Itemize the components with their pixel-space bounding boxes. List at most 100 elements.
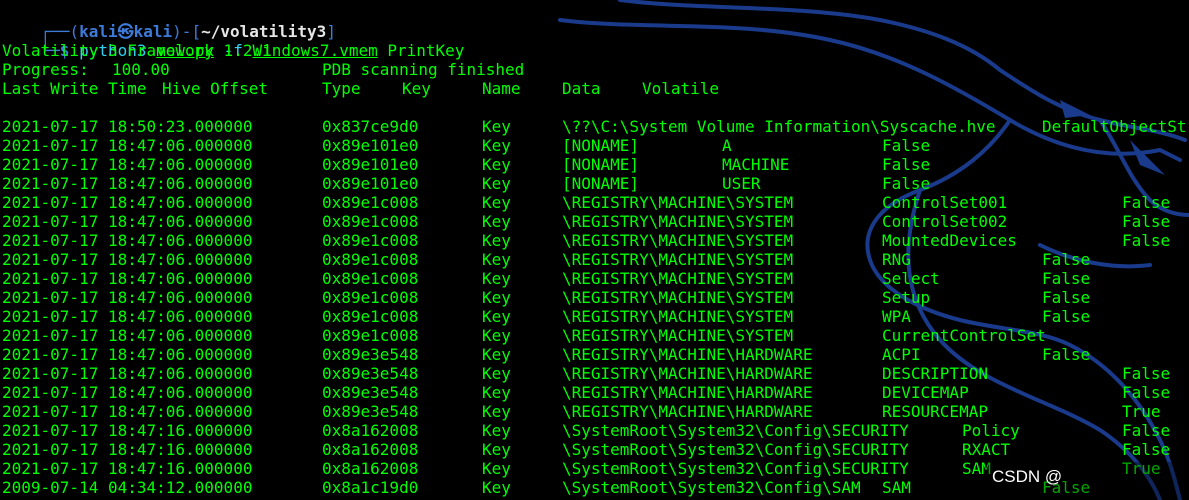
row-name: DEVICEMAP	[882, 383, 969, 402]
row-hive-offset: 0x89e1c008	[322, 231, 419, 250]
row-type: Key	[482, 345, 511, 364]
row-key: [NONAME]	[562, 174, 640, 193]
row-type: Key	[482, 231, 511, 250]
row-last-write-time: 2021-07-17 18:47:06.000000	[2, 155, 253, 174]
row-name: Setup	[882, 288, 931, 307]
row-key: \REGISTRY\MACHINE\HARDWARE	[562, 364, 813, 383]
header-name: Name	[482, 79, 521, 98]
progress-line: Progress: 100.00 PDB scanning finished	[2, 60, 1182, 79]
row-name: CurrentControlSet	[882, 326, 1046, 345]
row-type: Key	[482, 364, 511, 383]
row-hive-offset: 0x8a162008	[322, 421, 419, 440]
row-key: \REGISTRY\MACHINE\SYSTEM	[562, 269, 794, 288]
row-volatile: False	[882, 155, 931, 174]
row-key: \REGISTRY\MACHINE\SYSTEM	[562, 231, 794, 250]
row-hive-offset: 0x89e1c008	[322, 212, 419, 231]
row-key: [NONAME]	[562, 155, 640, 174]
row-last-write-time: 2021-07-17 18:47:16.000000	[2, 459, 253, 478]
framework-version: Volatility 3 Framework 1.2.1	[2, 41, 272, 60]
row-type: Key	[482, 117, 511, 136]
row-name: SAM	[882, 478, 911, 497]
row-key: \SystemRoot\System32\Config\SECURITY	[562, 440, 909, 459]
row-type: Key	[482, 250, 511, 269]
table-row: 2021-07-17 18:47:06.000000 0x89e1c008 Key \…	[2, 193, 1189, 212]
header-last-write-time: Last Write Time	[2, 79, 147, 98]
row-volatile: False	[1042, 307, 1091, 326]
table-row: 2021-07-17 18:47:06.000000 0x89e3e548 Key \…	[2, 383, 1189, 402]
row-name: DefaultObjectSt	[1042, 117, 1187, 136]
row-name: ControlSet001	[882, 193, 1008, 212]
row-hive-offset: 0x89e3e548	[322, 402, 419, 421]
row-name: USER	[722, 174, 761, 193]
row-last-write-time: 2021-07-17 18:47:06.000000	[2, 174, 253, 193]
row-type: Key	[482, 193, 511, 212]
row-hive-offset: 0x89e101e0	[322, 174, 419, 193]
row-type: Key	[482, 136, 511, 155]
row-volatile: False	[882, 174, 931, 193]
row-last-write-time: 2021-07-17 18:47:06.000000	[2, 269, 253, 288]
header-type: Type	[322, 79, 361, 98]
row-key: \REGISTRY\MACHINE\SYSTEM	[562, 307, 794, 326]
table-row: 2021-07-17 18:47:06.000000 0x89e1c008 Key \…	[2, 269, 1189, 288]
row-last-write-time: 2021-07-17 18:47:06.000000	[2, 288, 253, 307]
header-hive-offset: Hive Offset	[162, 79, 268, 98]
row-volatile: False	[1042, 269, 1091, 288]
row-name: MACHINE	[722, 155, 790, 174]
table-row: 2021-07-17 18:47:06.000000 0x89e1c008 Key \…	[2, 231, 1189, 250]
row-key: \SystemRoot\System32\Config\SAM	[562, 478, 861, 497]
row-last-write-time: 2021-07-17 18:47:06.000000	[2, 250, 253, 269]
row-type: Key	[482, 288, 511, 307]
row-type: Key	[482, 459, 511, 478]
table-row: 2021-07-17 18:47:06.000000 0x89e1c008 Key \…	[2, 250, 1189, 269]
table-row: 2021-07-17 18:47:06.000000 0x89e101e0 Key […	[2, 174, 1189, 193]
row-last-write-time: 2021-07-17 18:47:16.000000	[2, 421, 253, 440]
terminal-window[interactable]: ┌──(kali㉿kali)-[~/volatility3] └─$ pytho…	[0, 0, 1189, 500]
row-type: Key	[482, 421, 511, 440]
table-row: 2021-07-17 18:47:06.000000 0x89e1c008 Key \…	[2, 307, 1189, 326]
row-volatile: False	[1122, 212, 1171, 231]
row-volatile: False	[1122, 440, 1171, 459]
command-arg-plugin: PrintKey	[387, 41, 465, 60]
progress-value: 100.00	[112, 60, 170, 79]
row-last-write-time: 2021-07-17 18:47:06.000000	[2, 326, 253, 345]
row-hive-offset: 0x837ce9d0	[322, 117, 419, 136]
row-volatile: False	[1042, 250, 1091, 269]
row-key: \SystemRoot\System32\Config\SECURITY	[562, 421, 909, 440]
row-hive-offset: 0x89e1c008	[322, 307, 419, 326]
row-last-write-time: 2021-07-17 18:47:06.000000	[2, 136, 253, 155]
row-key: \REGISTRY\MACHINE\SYSTEM	[562, 193, 794, 212]
row-hive-offset: 0x89e3e548	[322, 364, 419, 383]
table-row: 2021-07-17 18:47:06.000000 0x89e1c008 Key \…	[2, 212, 1189, 231]
row-name: RNG	[882, 250, 911, 269]
table-row: 2021-07-17 18:47:16.000000 0x8a162008 Key \…	[2, 440, 1189, 459]
row-hive-offset: 0x89e1c008	[322, 269, 419, 288]
row-volatile: False	[1122, 231, 1171, 250]
row-volatile: False	[1122, 421, 1171, 440]
row-key: \REGISTRY\MACHINE\SYSTEM	[562, 212, 794, 231]
row-last-write-time: 2021-07-17 18:50:23.000000	[2, 117, 253, 136]
table-row: 2021-07-17 18:50:23.000000 0x837ce9d0 Key \…	[2, 117, 1189, 136]
row-key: \REGISTRY\MACHINE\HARDWARE	[562, 345, 813, 364]
row-name: Select	[882, 269, 940, 288]
table-row: 2021-07-17 18:47:06.000000 0x89e3e548 Key \…	[2, 402, 1189, 421]
row-volatile: False	[1042, 288, 1091, 307]
row-key: \??\C:\System Volume Information\Syscach…	[562, 117, 996, 136]
row-last-write-time: 2021-07-17 18:47:06.000000	[2, 383, 253, 402]
row-last-write-time: 2021-07-17 18:47:06.000000	[2, 364, 253, 383]
row-hive-offset: 0x89e1c008	[322, 288, 419, 307]
command-line[interactable]: └─$ python3 vol.py -f Windows7.vmem Prin…	[2, 22, 465, 60]
row-hive-offset: 0x8a1c19d0	[322, 478, 419, 497]
row-key: \SystemRoot\System32\Config\SECURITY	[562, 459, 909, 478]
row-type: Key	[482, 174, 511, 193]
row-hive-offset: 0x89e101e0	[322, 136, 419, 155]
table-row: 2021-07-17 18:47:06.000000 0x89e101e0 Key […	[2, 155, 1189, 174]
row-type: Key	[482, 440, 511, 459]
row-last-write-time: 2021-07-17 18:47:06.000000	[2, 231, 253, 250]
row-last-write-time: 2021-07-17 18:47:06.000000	[2, 193, 253, 212]
row-last-write-time: 2009-07-14 04:34:12.000000	[2, 478, 253, 497]
prompt-line-top: ┌──(kali㉿kali)-[~/volatility3]	[2, 3, 336, 41]
row-hive-offset: 0x89e101e0	[322, 155, 419, 174]
table-row: 2021-07-17 18:47:06.000000 0x89e3e548 Key \…	[2, 345, 1189, 364]
table-row: 2021-07-17 18:47:16.000000 0x8a162008 Key \…	[2, 421, 1189, 440]
row-key: \REGISTRY\MACHINE\SYSTEM	[562, 250, 794, 269]
